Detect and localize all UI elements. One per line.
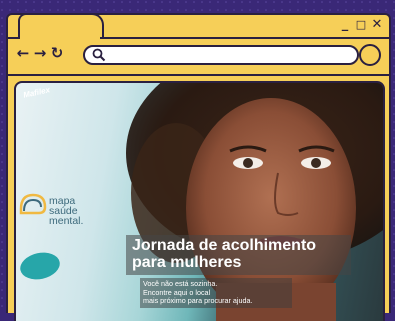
maximize-icon[interactable]: □	[355, 18, 367, 31]
close-icon[interactable]: ✕	[371, 17, 383, 32]
headline-line-2: para mulheres	[132, 254, 242, 271]
profile-button[interactable]	[359, 44, 381, 66]
brain-logo-icon	[19, 193, 47, 215]
minimize-icon[interactable]: _	[339, 17, 351, 32]
forward-arrow-icon[interactable]: →	[33, 44, 47, 62]
reload-icon[interactable]: ↻	[50, 44, 64, 62]
headline: Jornada de acolhimento para mulheres	[132, 237, 357, 271]
webpage-content: mapa saúde mental. Mafilex Jornada de ac…	[14, 81, 385, 321]
browser-window: _ □ ✕ ← → ↻ mapa saúde mental. Mafilex J…	[6, 13, 391, 321]
search-icon	[92, 48, 106, 62]
mapa-saude-mental-logo: mapa saúde mental.	[19, 191, 83, 226]
back-arrow-icon[interactable]: ←	[16, 44, 30, 62]
toolbar-divider	[8, 74, 389, 76]
browser-tab[interactable]	[18, 13, 104, 37]
subtext-line-3: mais próximo para procurar ajuda.	[143, 296, 253, 305]
logo-line-3: mental.	[49, 215, 84, 227]
headline-line-1: Jornada de acolhimento	[132, 237, 317, 254]
window-controls: _ □ ✕	[339, 17, 383, 32]
subtext: Você não está sozinha. Encontre aqui o l…	[143, 279, 303, 306]
browser-toolbar: ← → ↻	[8, 39, 389, 71]
address-bar[interactable]	[83, 45, 359, 65]
